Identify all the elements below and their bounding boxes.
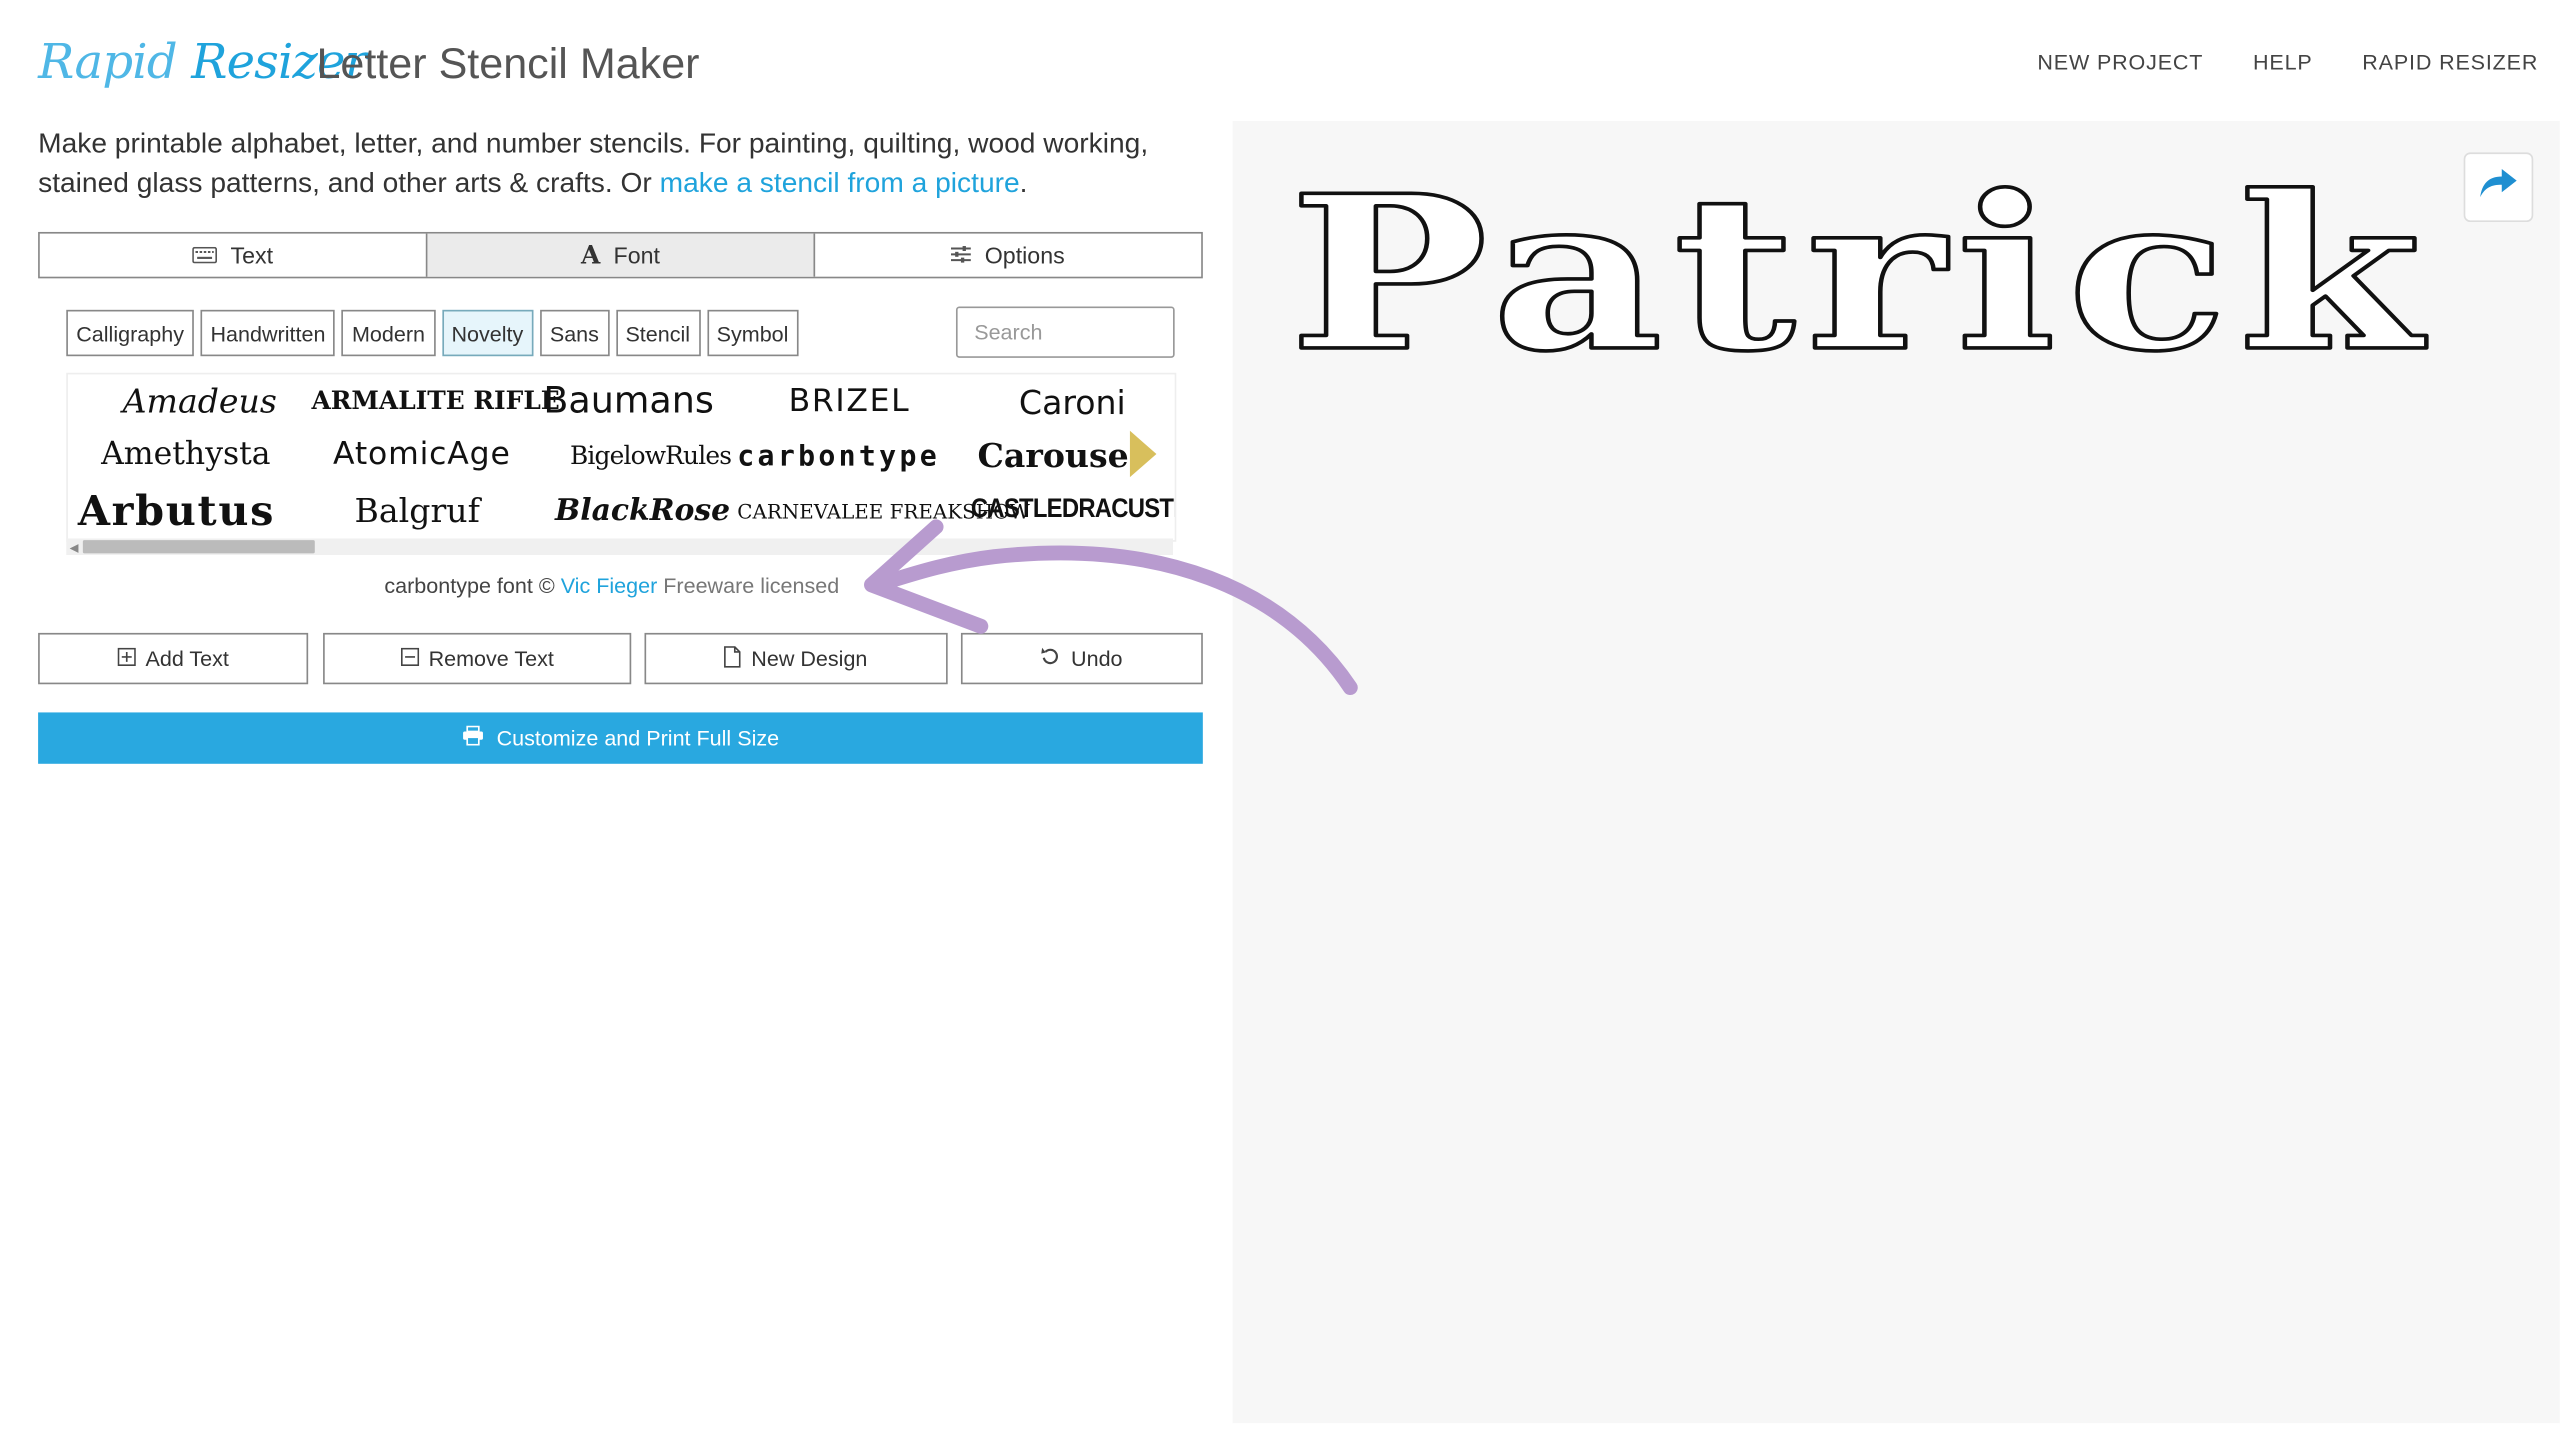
tab-options-label: Options <box>984 241 1065 269</box>
font-option-amadeus[interactable]: Amadeus <box>123 381 277 421</box>
minus-square-icon <box>400 646 419 671</box>
font-icon: A <box>580 240 601 271</box>
category-calligraphy[interactable]: Calligraphy <box>66 309 194 357</box>
font-option-baumans[interactable]: Baumans <box>543 381 713 422</box>
category-symbol[interactable]: Symbol <box>706 309 799 357</box>
font-option-amethysta[interactable]: Amethysta <box>101 436 271 472</box>
font-option-carbontype[interactable]: carbontype <box>737 441 940 474</box>
logo-word-1: Rapid <box>38 33 178 90</box>
font-option-brizel[interactable]: BRIZEL <box>789 383 911 419</box>
nav-new-project[interactable]: NEW PROJECT <box>2037 50 2203 75</box>
font-author-link[interactable]: Vic Fieger <box>561 573 658 598</box>
remove-text-label: Remove Text <box>428 646 554 672</box>
font-option-armalite-rifle[interactable]: ARMALITE RIFLE <box>311 386 559 416</box>
font-grid-scroll-thumb[interactable] <box>82 540 315 554</box>
top-nav: NEW PROJECT HELP RAPID RESIZER <box>2037 50 2538 75</box>
tab-font[interactable]: A Font <box>427 233 816 277</box>
annotation-arrow <box>864 519 1358 696</box>
tab-font-label: Font <box>613 241 660 269</box>
customize-print-label: Customize and Print Full Size <box>496 725 780 751</box>
credit-prefix: carbontype font © <box>384 573 561 599</box>
font-grid-next-arrow[interactable] <box>1129 430 1157 478</box>
font-search-input[interactable] <box>955 306 1175 358</box>
remove-text-button[interactable]: Remove Text <box>323 632 632 685</box>
file-icon <box>724 645 742 672</box>
share-icon <box>2479 167 2519 208</box>
font-option-bigelowrules[interactable]: BigelowRules <box>570 441 732 471</box>
intro-text: Make printable alphabet, letter, and num… <box>38 124 1198 204</box>
add-text-button[interactable]: Add Text <box>38 632 309 685</box>
nav-help[interactable]: HELP <box>2253 50 2313 75</box>
keyboard-icon <box>192 242 218 269</box>
intro-end: . <box>1019 167 1028 199</box>
category-modern[interactable]: Modern <box>341 309 435 357</box>
picture-stencil-link[interactable]: make a stencil from a picture <box>660 167 1020 198</box>
font-credit: carbontype font © Vic Fieger Freeware li… <box>384 573 839 598</box>
font-option-carousel[interactable]: Carouse <box>978 436 1129 476</box>
font-category-filters: Calligraphy Handwritten Modern Novelty S… <box>66 309 799 357</box>
tab-text-label: Text <box>230 241 274 269</box>
share-button[interactable] <box>2463 152 2534 223</box>
font-option-caroni[interactable]: Caroni <box>1019 383 1126 423</box>
tab-text[interactable]: Text <box>40 233 428 277</box>
category-novelty[interactable]: Novelty <box>441 309 534 357</box>
category-stencil[interactable]: Stencil <box>615 309 701 357</box>
tab-bar: Text A Font Options <box>38 231 1203 279</box>
stencil-letters: Patrick <box>1289 166 2432 373</box>
scroll-left-icon[interactable]: ◀ <box>70 542 79 555</box>
tab-options[interactable]: Options <box>815 234 1201 277</box>
plus-square-icon <box>117 646 136 671</box>
font-option-atomicage[interactable]: AtomicAge <box>333 436 511 472</box>
font-option-balgruf[interactable]: Balgruf <box>355 490 480 530</box>
category-handwritten[interactable]: Handwritten <box>200 309 336 357</box>
sliders-icon <box>951 242 972 269</box>
nav-rapid-resizer[interactable]: RAPID RESIZER <box>2362 50 2538 75</box>
font-option-arbutus[interactable]: Arbutus <box>78 487 275 535</box>
add-text-label: Add Text <box>145 646 229 672</box>
category-sans[interactable]: Sans <box>539 309 609 357</box>
page-title: Letter Stencil Maker <box>316 38 700 88</box>
font-option-blackrose[interactable]: BlackRose <box>555 494 730 529</box>
stencil-text-preview[interactable]: Patrick <box>1287 148 2449 401</box>
credit-license: Freeware licensed <box>657 573 840 599</box>
print-icon <box>462 725 484 751</box>
